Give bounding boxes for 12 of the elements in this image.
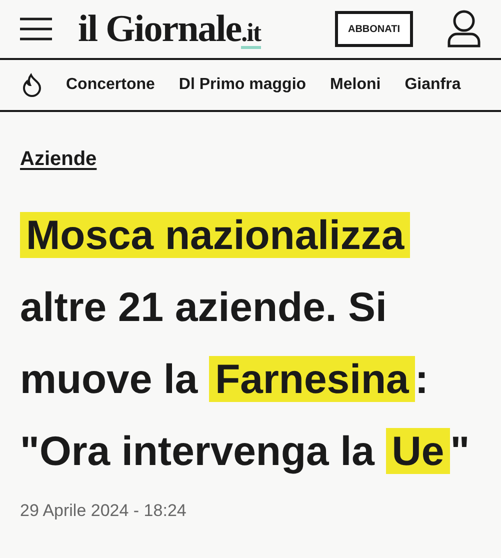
trending-link[interactable]: Gianfra [404,76,461,94]
trending-link[interactable]: Dl Primo maggio [178,76,306,94]
category-link[interactable]: Aziende [20,148,97,170]
flame-icon [22,73,42,97]
publish-date: 29 Aprile 2024 - 18:24 [20,501,188,521]
subscribe-button[interactable]: ABBONATI [334,11,413,47]
trending-link[interactable]: Concertone [66,76,155,94]
menu-icon[interactable] [20,17,52,41]
user-icon[interactable] [447,10,481,48]
article-headline: Mosca nazionalizza altre 21 aziende. Si muove la Farnesina: "Ora intervenga la Ue" [20,211,471,476]
trending-link[interactable]: Meloni [330,76,381,94]
site-logo[interactable]: il Giornale.it [78,7,261,51]
